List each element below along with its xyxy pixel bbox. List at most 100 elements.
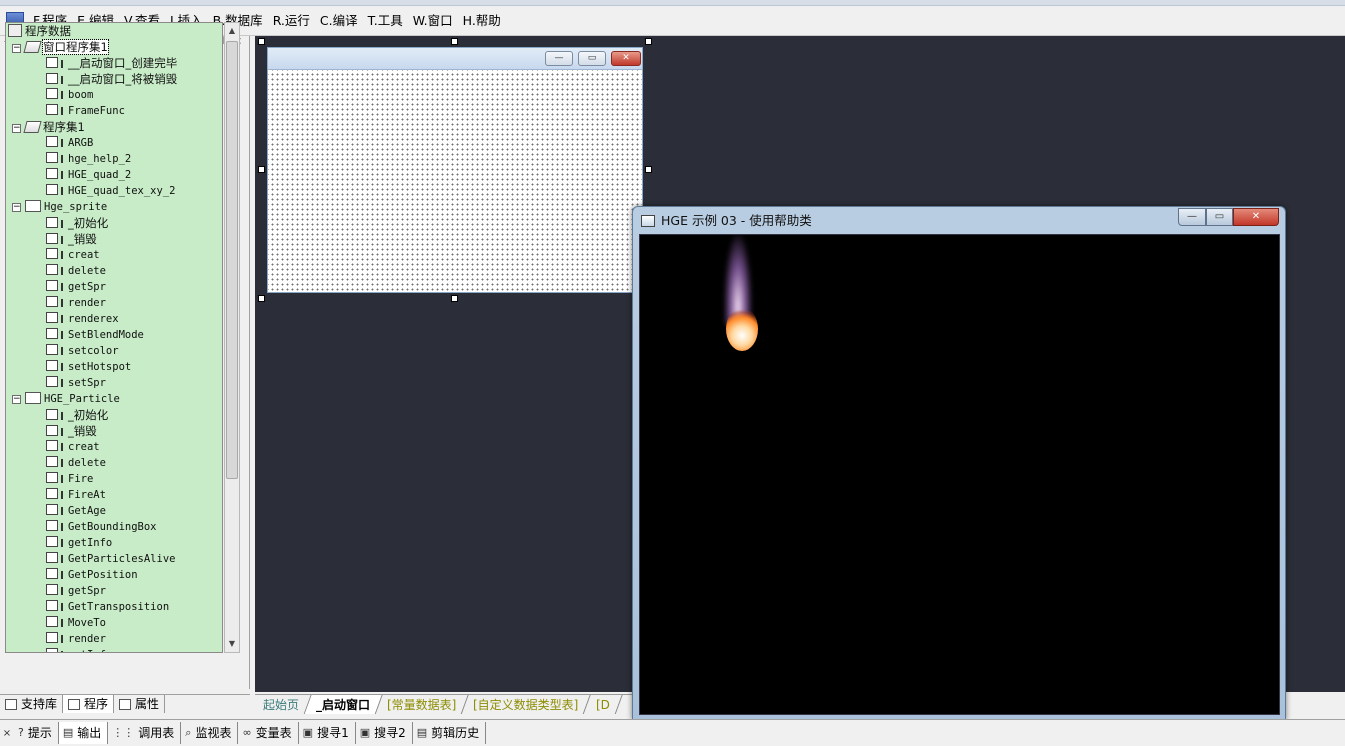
scroll-thumb[interactable]: [226, 41, 238, 479]
collapse-icon[interactable]: −: [12, 203, 21, 212]
collapse-icon[interactable]: −: [12, 44, 21, 53]
tree-group-label: HGE_Particle: [44, 393, 120, 405]
tree-item[interactable]: renderex: [46, 311, 119, 327]
tree-item[interactable]: getSpr: [46, 279, 106, 295]
tree-group[interactable]: − HGE_Particle: [12, 391, 120, 407]
tree-item[interactable]: hge_help_2: [46, 151, 131, 167]
tree-item[interactable]: delete: [46, 263, 106, 279]
tree-item[interactable]: delete: [46, 455, 106, 471]
tree-item-label: FrameFunc: [68, 105, 125, 117]
tree-item[interactable]: GetPosition: [46, 567, 138, 583]
menu-compile[interactable]: C.编译: [315, 6, 363, 36]
tree-item[interactable]: GetTransposition: [46, 599, 169, 615]
tree-item[interactable]: render: [46, 631, 106, 647]
bottom-tab[interactable]: ▣ 搜寻1: [299, 722, 356, 744]
class-icon: [25, 392, 41, 404]
scroll-up-icon[interactable]: ▲: [225, 23, 239, 39]
bottom-tab[interactable]: ⋮⋮ 调用表: [108, 722, 182, 744]
tree-item[interactable]: __启动窗口_创建完毕: [46, 55, 177, 71]
tree-item[interactable]: _初始化: [46, 215, 108, 231]
resize-handle-ne[interactable]: [645, 38, 652, 45]
tree-item[interactable]: __启动窗口_将被销毁: [46, 71, 177, 87]
menu-window[interactable]: W.窗口: [408, 6, 458, 36]
hge-demo-window[interactable]: HGE 示例 03 - 使用帮助类 — ▭ ✕: [632, 206, 1286, 720]
tree-item-label: setHotspot: [68, 361, 132, 373]
tree-item[interactable]: render: [46, 295, 106, 311]
tree-item[interactable]: GetBoundingBox: [46, 519, 157, 535]
tab-program[interactable]: 程序: [63, 695, 115, 713]
form-title-bar[interactable]: — ▭ ✕: [268, 48, 642, 70]
tree-root[interactable]: 程序数据: [8, 23, 71, 39]
bottom-tab[interactable]: ▤ 剪辑历史: [413, 722, 487, 744]
render-canvas[interactable]: [639, 234, 1280, 715]
bottom-tab[interactable]: ▣ 搜寻2: [356, 722, 413, 744]
maximize-button[interactable]: ▭: [1206, 208, 1233, 226]
subroutine-icon: [46, 248, 63, 259]
tree-item[interactable]: Fire: [46, 471, 93, 487]
tree-item[interactable]: FrameFunc: [46, 103, 125, 119]
resize-handle-n[interactable]: [451, 38, 458, 45]
tree-item[interactable]: HGE_quad_tex_xy_2: [46, 183, 175, 199]
tree-item[interactable]: GetParticlesAlive: [46, 551, 175, 567]
designer-tab[interactable]: [常量数据表]: [375, 695, 470, 714]
bottom-tab[interactable]: ? 提示: [14, 722, 59, 744]
bottom-tab[interactable]: ⌕ 监视表: [181, 722, 239, 744]
tree-item[interactable]: setInfo: [46, 647, 112, 652]
designer-tab[interactable]: _启动窗口: [304, 695, 383, 714]
tree-item[interactable]: GetAge: [46, 503, 106, 519]
resize-handle-w[interactable]: [258, 166, 265, 173]
scroll-down-icon[interactable]: ▼: [225, 636, 239, 652]
tree-item[interactable]: _销毁: [46, 231, 97, 247]
minimize-button[interactable]: —: [1178, 208, 1206, 226]
tree-item[interactable]: ARGB: [46, 135, 93, 151]
collapse-icon[interactable]: −: [12, 395, 21, 404]
tree-item-label: creat: [68, 441, 100, 453]
form-maximize-button[interactable]: ▭: [578, 51, 606, 66]
tree-item[interactable]: FireAt: [46, 487, 106, 503]
collapse-icon[interactable]: −: [12, 124, 21, 133]
tab-properties[interactable]: 属性: [114, 695, 166, 713]
menu-tools[interactable]: T.工具: [363, 6, 408, 36]
tab-support-library[interactable]: 支持库: [0, 695, 64, 713]
tree-item[interactable]: getSpr: [46, 583, 106, 599]
tree-item[interactable]: _销毁: [46, 423, 97, 439]
assembly-icon: [23, 121, 42, 133]
tree-item[interactable]: setcolor: [46, 343, 119, 359]
tree-group[interactable]: − 程序集1: [12, 119, 85, 135]
tree-item[interactable]: getInfo: [46, 535, 112, 551]
tree-item[interactable]: _初始化: [46, 407, 108, 423]
designer-tab[interactable]: [D: [584, 695, 623, 714]
tree-item[interactable]: boom: [46, 87, 93, 103]
designer-tab[interactable]: [自定义数据类型表]: [461, 695, 592, 714]
tree-item[interactable]: MoveTo: [46, 615, 106, 631]
resize-handle-sw[interactable]: [258, 295, 265, 302]
menu-help[interactable]: H.帮助: [458, 6, 506, 36]
subroutine-icon: [46, 536, 63, 547]
bottom-tab[interactable]: ▤ 输出: [58, 722, 109, 744]
designer-tab[interactable]: 起始页: [255, 695, 312, 714]
bottom-tab-icon: ?: [18, 726, 24, 739]
menu-run[interactable]: R.运行: [268, 6, 315, 36]
tree-scrollbar[interactable]: ▲ ▼: [224, 22, 240, 653]
resize-handle-nw[interactable]: [258, 38, 265, 45]
resize-handle-s[interactable]: [451, 295, 458, 302]
tree-group[interactable]: − 窗口程序集1: [12, 39, 109, 55]
tree-item-label: boom: [68, 89, 94, 101]
tree-item-label: _初始化: [68, 408, 109, 422]
startup-window-form[interactable]: — ▭ ✕: [267, 47, 643, 293]
form-close-button[interactable]: ✕: [611, 51, 641, 66]
resize-handle-e[interactable]: [645, 166, 652, 173]
tree-item[interactable]: setHotspot: [46, 359, 131, 375]
tree-item[interactable]: setSpr: [46, 375, 106, 391]
hge-title-bar[interactable]: HGE 示例 03 - 使用帮助类 — ▭ ✕: [633, 207, 1285, 234]
tree-item[interactable]: HGE_quad_2: [46, 167, 131, 183]
bottom-tab-label: 调用表: [138, 726, 175, 740]
tree-item[interactable]: creat: [46, 247, 100, 263]
bottom-tab[interactable]: ∞ 变量表: [238, 722, 299, 744]
close-button[interactable]: ✕: [1233, 208, 1279, 226]
tree-item[interactable]: SetBlendMode: [46, 327, 144, 343]
tree-group[interactable]: − Hge_sprite: [12, 199, 107, 215]
form-minimize-button[interactable]: —: [545, 51, 573, 66]
tree-item[interactable]: creat: [46, 439, 100, 455]
bottom-close-icon[interactable]: ×: [0, 728, 14, 739]
